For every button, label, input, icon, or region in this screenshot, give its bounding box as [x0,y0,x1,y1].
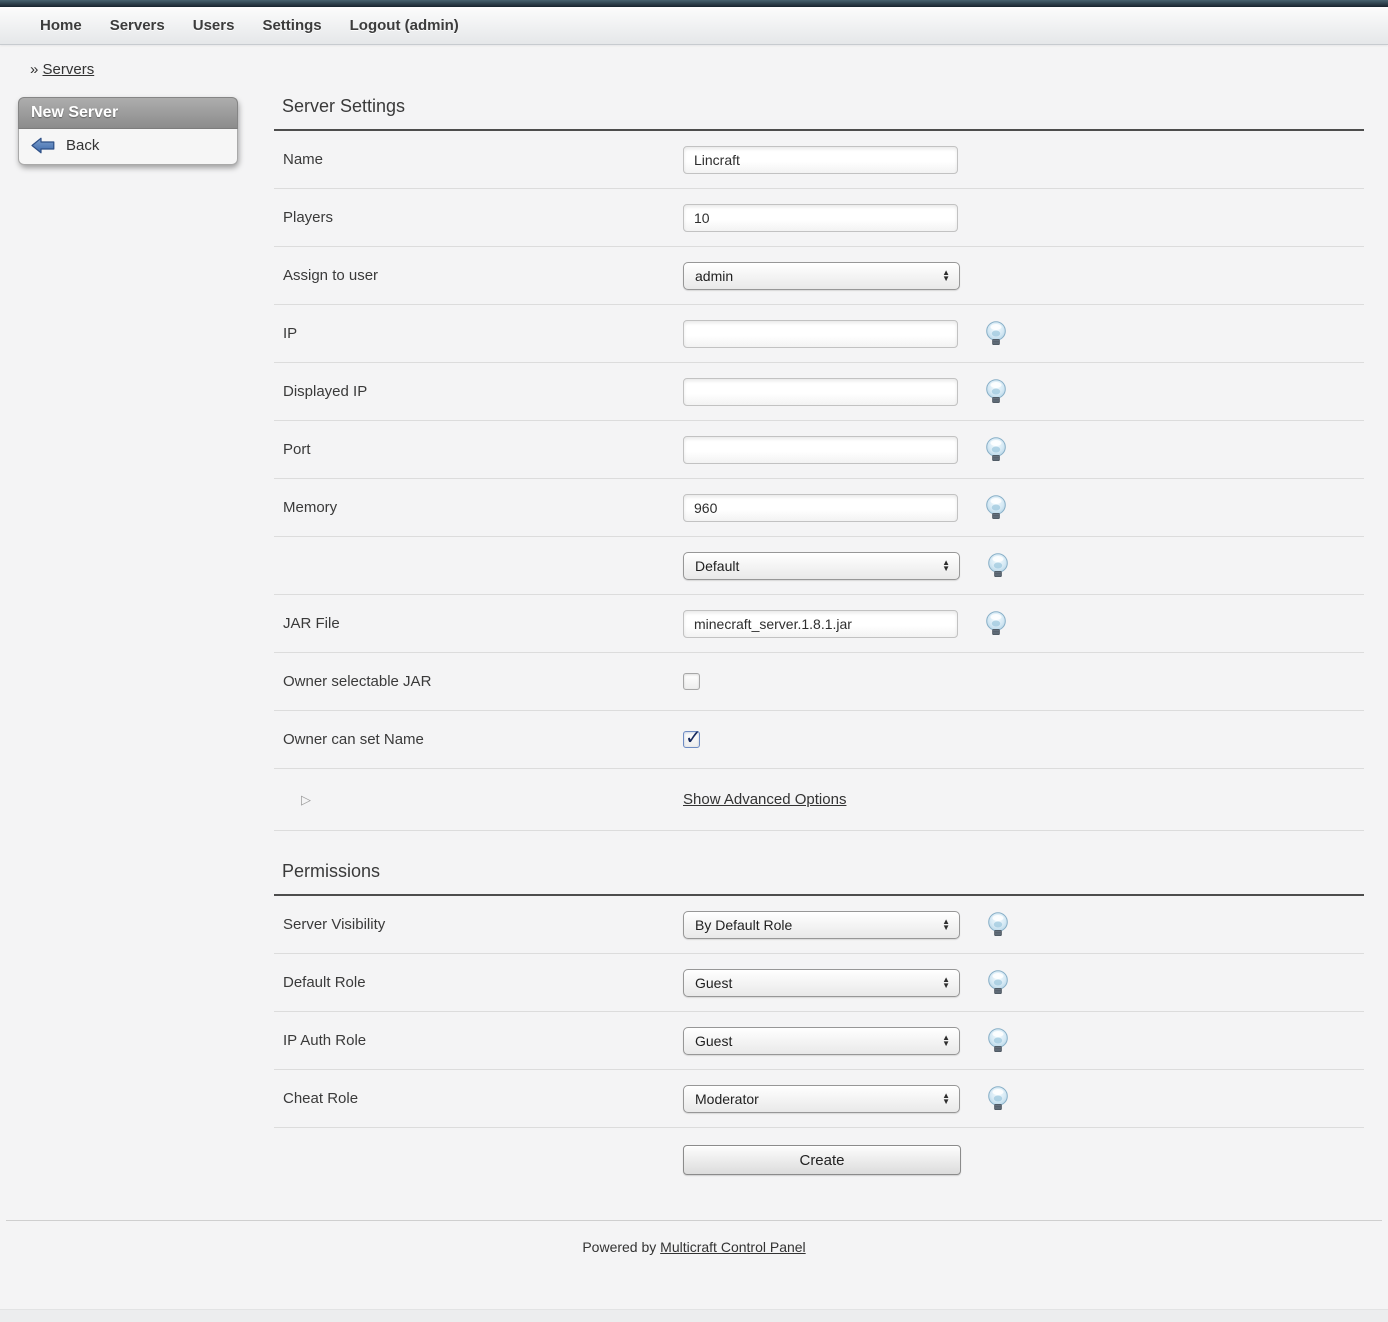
row-name: Name [274,131,1364,189]
create-button[interactable]: Create [683,1145,961,1175]
cheat-role-label: Cheat Role [274,1090,683,1107]
jar-file-hint-bulb-icon[interactable] [983,610,1009,637]
row-ip: IP [274,305,1364,363]
server-visibility-label: Server Visibility [274,916,683,933]
default-role-value: Guest [695,975,732,991]
server-visibility-value: By Default Role [695,917,792,933]
memory-hint-bulb-icon[interactable] [983,494,1009,521]
name-input[interactable] [683,146,958,174]
breadcrumb: » Servers [0,45,1388,86]
port-input[interactable] [683,436,958,464]
cheat-role-hint-bulb-icon[interactable] [985,1085,1011,1112]
row-assign-to-user: Assign to user admin ▲▼ [274,247,1364,305]
row-jar-file: JAR File [274,595,1364,653]
players-input[interactable] [683,204,958,232]
top-accent-strip [0,0,1388,7]
assign-to-user-label: Assign to user [274,267,683,284]
default-role-hint-bulb-icon[interactable] [985,969,1011,996]
back-button[interactable]: Back [31,137,225,154]
memory-input[interactable] [683,494,958,522]
displayed-ip-label: Displayed IP [274,383,683,400]
select-arrows-icon: ▲▼ [942,919,952,931]
name-label: Name [274,151,683,168]
main-navigation: Home Servers Users Settings Logout (admi… [0,7,1388,45]
assign-to-user-select[interactable]: admin ▲▼ [683,262,960,290]
expand-triangle-icon[interactable]: ▷ [283,792,311,807]
cheat-role-value: Moderator [695,1091,759,1107]
owner-can-set-name-checkbox[interactable]: ✓ [683,731,700,748]
ip-input[interactable] [683,320,958,348]
main-content: Server Settings Name Players Assign to u… [274,86,1364,1192]
select-arrows-icon: ▲▼ [942,1093,952,1105]
displayed-ip-hint-bulb-icon[interactable] [983,378,1009,405]
footer: Powered by Multicraft Control Panel [0,1221,1388,1255]
server-visibility-select[interactable]: By Default Role ▲▼ [683,911,960,939]
nav-item-logout[interactable]: Logout (admin) [336,17,473,34]
row-displayed-ip: Displayed IP [274,363,1364,421]
row-owner-can-set-name: Owner can set Name ✓ [274,711,1364,769]
nav-item-servers[interactable]: Servers [96,17,179,34]
port-hint-bulb-icon[interactable] [983,436,1009,463]
back-label: Back [66,137,99,154]
breadcrumb-marker: » [30,61,38,78]
row-advanced-options: ▷ Show Advanced Options [274,769,1364,831]
owner-selectable-jar-label: Owner selectable JAR [274,673,683,690]
bottom-strip [0,1309,1388,1322]
show-advanced-options-link[interactable]: Show Advanced Options [683,791,846,808]
players-label: Players [274,209,683,226]
row-world-type: Default ▲▼ [274,537,1364,595]
nav-item-users[interactable]: Users [179,17,249,34]
ip-hint-bulb-icon[interactable] [983,320,1009,347]
row-port: Port [274,421,1364,479]
default-select[interactable]: Default ▲▼ [683,552,960,580]
row-server-visibility: Server Visibility By Default Role ▲▼ [274,896,1364,954]
nav-item-home[interactable]: Home [26,17,96,34]
select-arrows-icon: ▲▼ [942,270,952,282]
new-server-panel: New Server Back [18,97,238,165]
server-visibility-hint-bulb-icon[interactable] [985,911,1011,938]
multicraft-link[interactable]: Multicraft Control Panel [660,1239,806,1255]
assign-to-user-value: admin [695,268,733,284]
back-arrow-icon [31,137,55,154]
checkmark-icon: ✓ [685,725,702,750]
select-arrows-icon: ▲▼ [942,977,952,989]
default-role-select[interactable]: Guest ▲▼ [683,969,960,997]
owner-selectable-jar-checkbox[interactable]: ✓ [683,673,700,690]
row-default-role: Default Role Guest ▲▼ [274,954,1364,1012]
row-create: Create [274,1128,1364,1192]
displayed-ip-input[interactable] [683,378,958,406]
default-hint-bulb-icon[interactable] [985,552,1011,579]
owner-can-set-name-label: Owner can set Name [274,731,683,748]
row-ip-auth-role: IP Auth Role Guest ▲▼ [274,1012,1364,1070]
panel-body: Back [18,129,238,165]
default-role-label: Default Role [274,974,683,991]
row-players: Players [274,189,1364,247]
ip-auth-role-value: Guest [695,1033,732,1049]
breadcrumb-servers-link[interactable]: Servers [43,61,95,78]
row-cheat-role: Cheat Role Moderator ▲▼ [274,1070,1364,1128]
jar-file-input[interactable] [683,610,958,638]
server-settings-title: Server Settings [274,86,1364,129]
ip-auth-role-label: IP Auth Role [274,1032,683,1049]
select-arrows-icon: ▲▼ [942,1035,952,1047]
ip-auth-role-hint-bulb-icon[interactable] [985,1027,1011,1054]
permissions-title: Permissions [274,831,1364,894]
jar-file-label: JAR File [274,615,683,632]
row-memory: Memory [274,479,1364,537]
page: Home Servers Users Settings Logout (admi… [0,0,1388,1322]
memory-label: Memory [274,499,683,516]
footer-text: Powered by [582,1239,656,1255]
ip-auth-role-select[interactable]: Guest ▲▼ [683,1027,960,1055]
select-arrows-icon: ▲▼ [942,560,952,572]
panel-title: New Server [18,97,238,129]
default-select-value: Default [695,558,739,574]
cheat-role-select[interactable]: Moderator ▲▼ [683,1085,960,1113]
nav-item-settings[interactable]: Settings [248,17,335,34]
ip-label: IP [274,325,683,342]
row-owner-selectable-jar: Owner selectable JAR ✓ [274,653,1364,711]
port-label: Port [274,441,683,458]
